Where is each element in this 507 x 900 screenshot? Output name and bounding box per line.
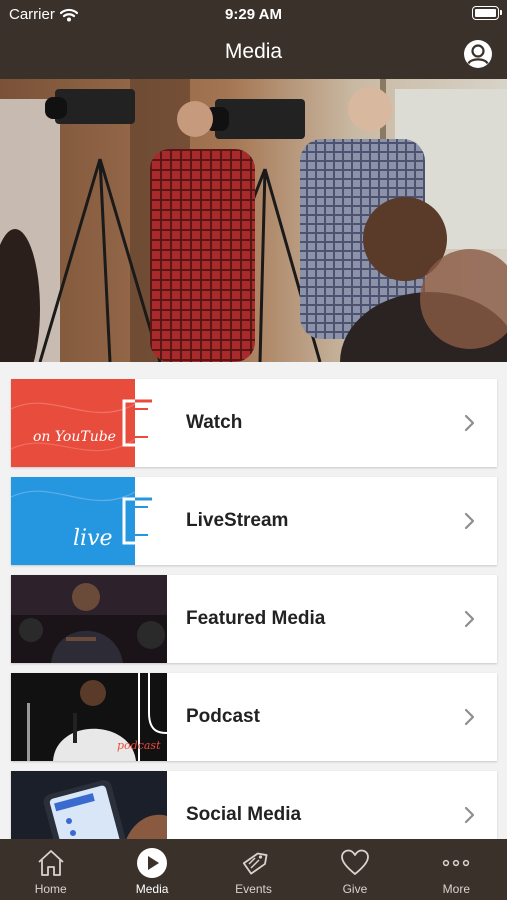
tab-give[interactable]: Give — [304, 839, 405, 900]
tab-media-label: Media — [135, 882, 169, 896]
tab-more-label: More — [442, 882, 470, 896]
tab-home[interactable]: Home — [0, 839, 101, 900]
social-media-label: Social Media — [186, 804, 302, 825]
chevron-right-icon — [464, 708, 475, 726]
chevron-right-icon — [464, 610, 475, 628]
featured-media-thumbnail — [11, 575, 167, 663]
tab-events-label: Events — [235, 882, 272, 896]
status-bar: Carrier 9:29 AM — [0, 0, 507, 28]
featured-media-label: Featured Media — [186, 608, 326, 629]
list-item-featured-media[interactable]: Featured Media — [11, 575, 497, 663]
heart-icon — [341, 849, 369, 875]
header: Carrier 9:29 AM Media — [0, 0, 507, 79]
tab-more[interactable]: More — [406, 839, 507, 900]
play-icon — [137, 848, 168, 878]
watch-label: Watch — [186, 412, 243, 433]
watch-thumb-script: on YouTube — [33, 429, 116, 445]
media-list: on YouTube Watch live LiveStream Feature… — [11, 379, 497, 869]
more-icon — [443, 859, 470, 867]
home-icon — [38, 850, 64, 876]
hero-image — [0, 79, 507, 362]
podcast-label: Podcast — [186, 706, 260, 727]
watch-thumbnail: on YouTube — [11, 379, 167, 467]
podcast-thumbnail: podcast — [11, 673, 167, 761]
tab-media[interactable]: Media — [101, 839, 202, 900]
chevron-right-icon — [464, 414, 475, 432]
list-item-watch[interactable]: on YouTube Watch — [11, 379, 497, 467]
chevron-right-icon — [464, 512, 475, 530]
chevron-right-icon — [464, 806, 475, 824]
list-item-livestream[interactable]: live LiveStream — [11, 477, 497, 565]
status-time: 9:29 AM — [225, 6, 282, 23]
profile-icon[interactable] — [464, 40, 492, 68]
page-title: Media — [224, 40, 283, 63]
livestream-thumb-script: live — [73, 526, 113, 551]
podcast-thumb-script: podcast — [117, 739, 161, 752]
tab-give-label: Give — [342, 882, 368, 896]
list-item-podcast[interactable]: podcast Podcast — [11, 673, 497, 761]
livestream-thumbnail: live — [11, 477, 167, 565]
tab-events[interactable]: Events — [203, 839, 304, 900]
battery-icon — [472, 6, 502, 20]
tag-icon — [242, 852, 267, 875]
tab-bar: Home Media Events Give More — [0, 839, 507, 900]
tab-home-label: Home — [34, 882, 67, 896]
livestream-label: LiveStream — [186, 510, 289, 531]
